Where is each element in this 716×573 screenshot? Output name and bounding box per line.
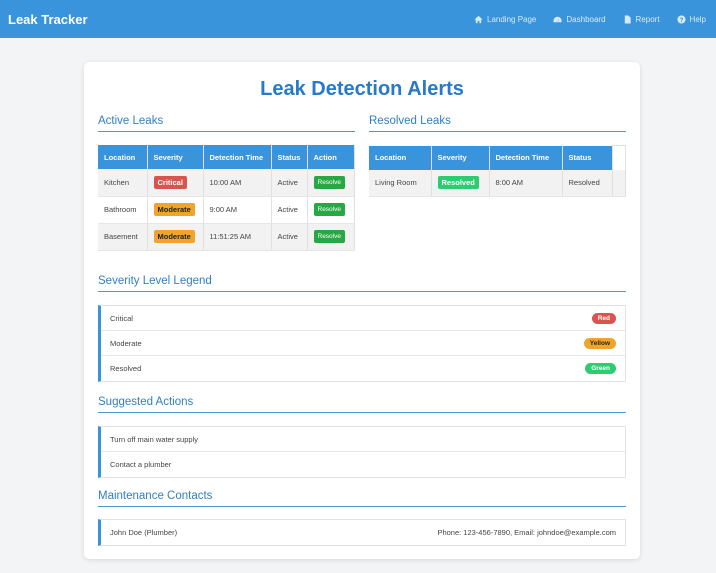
cell-severity: Moderate — [147, 196, 204, 224]
cell-time: 9:00 AM — [203, 196, 272, 224]
col-empty — [612, 145, 626, 170]
severity-badge: Critical — [153, 175, 187, 189]
col-status: Status — [562, 145, 613, 170]
nav-dashboard[interactable]: Dashboard — [553, 14, 606, 24]
page-title: Leak Detection Alerts — [260, 78, 464, 100]
table-row: Kitchen Critical 10:00 AM Active Resolve — [98, 169, 355, 197]
contact-name: John Doe (Plumber) — [110, 528, 178, 537]
legend-item: Resolved Green — [101, 356, 625, 381]
severity-badge: Moderate — [153, 203, 195, 216]
col-detection-time: Detection Time — [489, 145, 563, 170]
list-item: Contact a plumber — [101, 452, 625, 477]
cell-time: 10:00 AM — [203, 169, 272, 197]
table-row: Living Room Resolved 8:00 AM Resolved — [369, 169, 626, 197]
cell-status: Active — [271, 223, 308, 251]
contact-info: Phone: 123-456-7890, Email: johndoe@exam… — [437, 528, 616, 537]
legend-color-badge: Yellow — [583, 337, 616, 349]
nav-help-label: Help — [689, 14, 706, 24]
nav-help[interactable]: ? Help — [676, 14, 706, 24]
cell-time: 11:51:25 AM — [203, 223, 272, 251]
cell-action: Resolve — [307, 169, 355, 197]
active-leaks-table: Location Severity Detection Time Status … — [98, 145, 355, 251]
legend-item: Critical Red — [101, 306, 625, 331]
legend-label: Critical — [110, 313, 133, 323]
table-row: Basement Moderate 11:51:25 AM Active Res… — [98, 223, 355, 251]
resolved-leaks-heading: Resolved Leaks — [369, 115, 626, 132]
contact-item: John Doe (Plumber) Phone: 123-456-7890, … — [101, 520, 625, 545]
severity-badge: Moderate — [153, 230, 195, 243]
nav-report[interactable]: Report — [623, 15, 660, 24]
alerts-card: Leak Detection Alerts Active Leaks Locat… — [84, 62, 640, 559]
active-leaks-heading: Active Leaks — [98, 115, 355, 132]
resolve-button[interactable]: Resolve — [313, 203, 345, 216]
severity-legend-list: Critical Red Moderate Yellow Resolved Gr… — [98, 305, 626, 382]
col-location: Location — [369, 145, 432, 170]
table-row: Bathroom Moderate 9:00 AM Active Resolve — [98, 196, 355, 224]
col-action: Action — [307, 145, 355, 169]
cell-severity: Critical — [147, 169, 204, 197]
cell-location: Living Room — [369, 169, 432, 197]
nav-links: Landing Page Dashboard Report ? Help — [474, 15, 706, 24]
dashboard-icon — [553, 16, 562, 22]
severity-badge: Resolved — [437, 176, 479, 190]
resolve-button[interactable]: Resolve — [313, 175, 345, 189]
cell-location: Basement — [98, 223, 148, 251]
resolved-leaks-table: Location Severity Detection Time Status … — [369, 145, 626, 197]
cell-action: Resolve — [307, 223, 355, 251]
col-location: Location — [98, 145, 148, 169]
legend-label: Resolved — [110, 364, 142, 373]
brand-logo-text[interactable]: Leak Tracker — [8, 12, 88, 27]
cell-empty — [612, 169, 626, 197]
legend-label: Moderate — [110, 338, 142, 348]
action-text: Turn off main water supply — [110, 434, 198, 444]
cell-status: Resolved — [562, 169, 613, 197]
col-severity: Severity — [431, 145, 490, 170]
cell-action: Resolve — [307, 196, 355, 224]
svg-text:?: ? — [679, 16, 683, 23]
suggested-actions-heading: Suggested Actions — [98, 396, 626, 413]
cell-location: Bathroom — [98, 196, 148, 224]
list-item: Turn off main water supply — [101, 427, 625, 452]
cell-status: Active — [271, 169, 308, 197]
suggested-actions-list: Turn off main water supply Contact a plu… — [98, 426, 626, 478]
col-detection-time: Detection Time — [203, 145, 272, 169]
col-severity: Severity — [147, 145, 204, 169]
maintenance-contacts-heading: Maintenance Contacts — [98, 490, 626, 507]
nav-dashboard-label: Dashboard — [566, 14, 606, 24]
nav-report-label: Report — [635, 14, 660, 24]
help-icon: ? — [676, 14, 686, 23]
col-status: Status — [271, 145, 308, 169]
legend-color-badge: Red — [591, 312, 616, 324]
resolve-button[interactable]: Resolve — [313, 230, 345, 243]
file-icon — [624, 14, 631, 24]
cell-status: Active — [271, 196, 308, 224]
action-text: Contact a plumber — [110, 460, 172, 469]
cell-time: 8:00 AM — [489, 169, 563, 197]
cell-severity: Resolved — [431, 169, 490, 197]
cell-severity: Moderate — [147, 223, 204, 251]
nav-landing-page[interactable]: Landing Page — [474, 15, 536, 24]
home-icon — [474, 15, 483, 23]
maintenance-contacts-list: John Doe (Plumber) Phone: 123-456-7890, … — [98, 519, 626, 546]
navbar: Leak Tracker Landing Page Dashboard Repo… — [0, 0, 716, 38]
severity-legend-heading: Severity Level Legend — [98, 275, 626, 292]
cell-location: Kitchen — [98, 169, 148, 197]
nav-landing-page-label: Landing Page — [487, 14, 537, 24]
legend-color-badge: Green — [585, 363, 616, 374]
legend-item: Moderate Yellow — [101, 331, 625, 356]
